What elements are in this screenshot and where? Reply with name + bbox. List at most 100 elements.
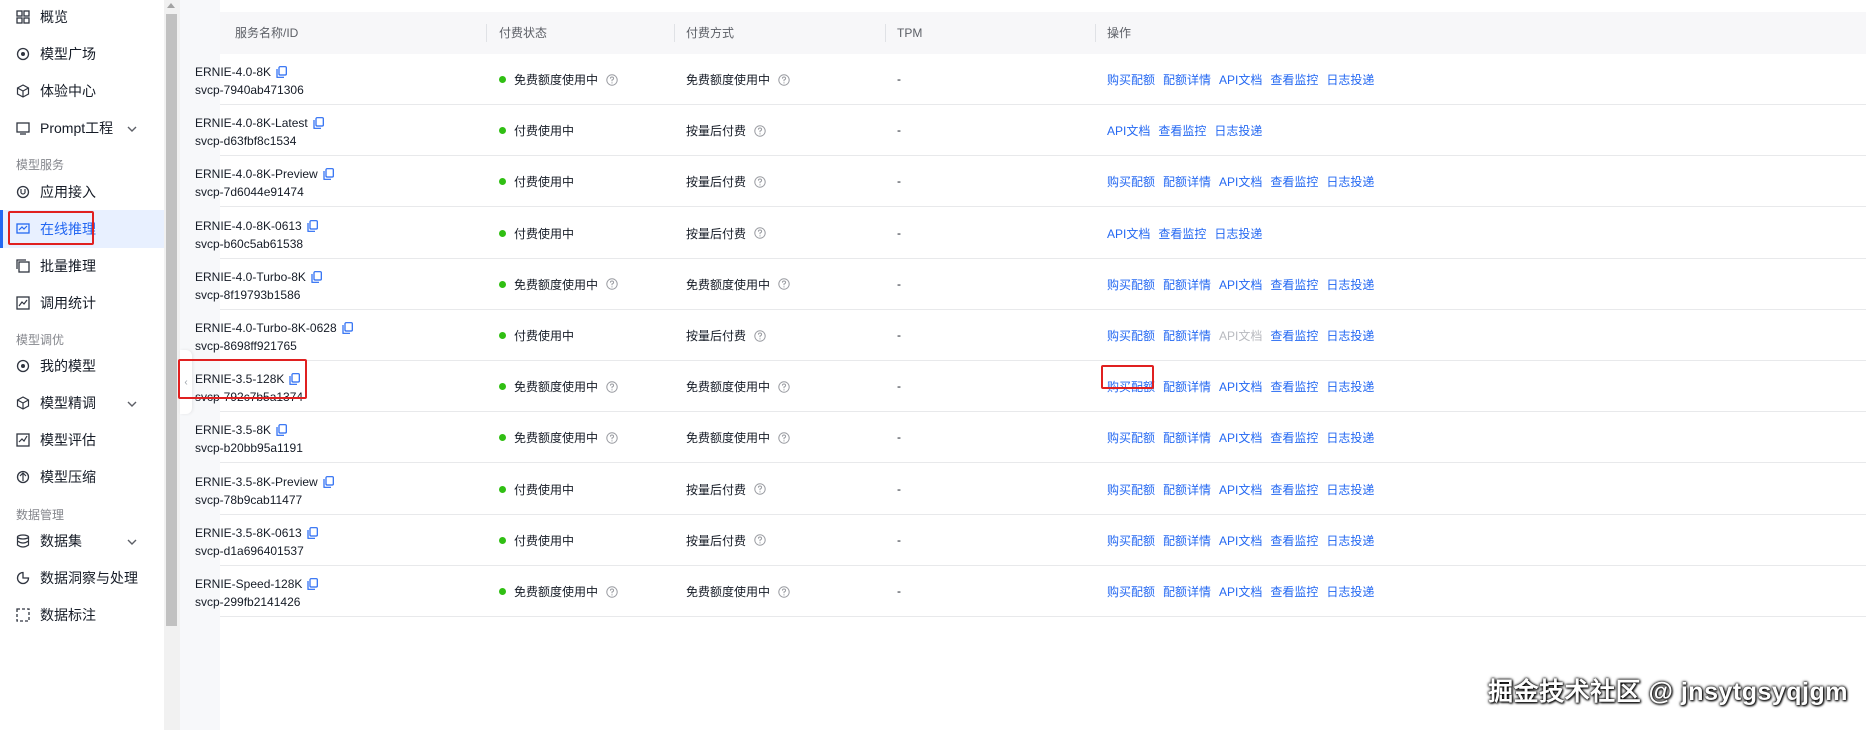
action-link[interactable]: 配额详情 (1163, 327, 1211, 344)
copy-icon[interactable] (313, 117, 324, 130)
action-link[interactable]: 查看监控 (1270, 71, 1318, 88)
copy-icon[interactable] (323, 475, 334, 488)
help-icon[interactable] (778, 585, 790, 598)
sidebar-item-app-access[interactable]: 应用接入 (0, 173, 164, 211)
action-link[interactable]: 购买配额 (1107, 327, 1155, 344)
action-link[interactable]: API文档 (1107, 225, 1150, 242)
action-link[interactable]: 查看监控 (1270, 481, 1318, 498)
copy-icon[interactable] (289, 373, 301, 386)
action-link[interactable]: 配额详情 (1163, 481, 1211, 498)
sidebar-item-label: Prompt工程 (40, 120, 114, 136)
action-link[interactable]: 配额详情 (1163, 429, 1211, 446)
help-icon[interactable] (606, 585, 618, 598)
copy-icon[interactable] (276, 66, 287, 78)
action-link[interactable]: API文档 (1219, 276, 1262, 293)
help-icon[interactable] (754, 176, 766, 188)
copy-icon[interactable] (307, 578, 319, 590)
action-link[interactable]: API文档 (1219, 173, 1262, 190)
sidebar-item-overview[interactable]: 概览 (0, 0, 164, 36)
action-link[interactable]: 日志投递 (1326, 481, 1374, 498)
action-link[interactable]: API文档 (1219, 583, 1262, 600)
sidebar-item-evaluate[interactable]: 模型评估 (0, 421, 164, 459)
help-icon[interactable] (778, 73, 790, 86)
sidebar-item-prompt[interactable]: Prompt工程 (0, 109, 164, 147)
action-link[interactable]: 购买配额 (1107, 173, 1155, 190)
help-icon[interactable] (754, 483, 766, 495)
actions-cell: API文档 查看监控 日志投递 (1107, 208, 1270, 259)
chevron-down-icon (126, 122, 138, 134)
action-link[interactable]: API文档 (1219, 429, 1262, 446)
action-link[interactable]: 查看监控 (1158, 122, 1206, 139)
action-link[interactable]: 日志投递 (1326, 429, 1374, 446)
action-link[interactable]: 查看监控 (1270, 327, 1318, 344)
help-icon[interactable] (778, 380, 790, 393)
help-icon[interactable] (606, 73, 618, 86)
action-link[interactable]: 购买配额 (1107, 71, 1155, 88)
sidebar-item-batch-inference[interactable]: 批量推理 (0, 247, 164, 285)
action-link[interactable]: 查看监控 (1270, 532, 1318, 549)
action-link[interactable]: 购买配额 (1107, 429, 1155, 446)
help-icon[interactable] (754, 329, 766, 342)
sidebar-item-annotate[interactable]: 数据标注 (0, 596, 164, 634)
action-link[interactable]: 日志投递 (1326, 378, 1374, 395)
sidebar-item-compress[interactable]: 模型压缩 (0, 458, 164, 496)
action-link[interactable]: 查看监控 (1270, 583, 1318, 600)
action-link[interactable]: 购买配额 (1107, 583, 1155, 600)
action-link[interactable]: 购买配额 (1107, 378, 1155, 395)
action-link[interactable]: 购买配额 (1107, 532, 1155, 549)
help-icon[interactable] (606, 278, 618, 290)
action-link[interactable]: 配额详情 (1163, 583, 1211, 600)
scroll-up-arrow-icon[interactable] (167, 3, 175, 8)
help-icon[interactable] (754, 534, 766, 546)
copy-icon[interactable] (342, 322, 353, 334)
help-icon[interactable] (606, 432, 618, 444)
help-icon[interactable] (606, 380, 618, 393)
action-link[interactable]: API文档 (1219, 532, 1262, 549)
sidebar-item-experience[interactable]: 体验中心 (0, 72, 164, 110)
sidebar-item-insight[interactable]: 数据洞察与处理 (0, 559, 164, 597)
action-link[interactable]: 日志投递 (1326, 71, 1374, 88)
sidebar-item-my-models[interactable]: 我的模型 (0, 347, 164, 385)
help-icon[interactable] (754, 124, 766, 137)
sidebar-item-usage-stats[interactable]: 调用统计 (0, 284, 164, 322)
help-icon[interactable] (754, 227, 766, 239)
action-link[interactable]: 配额详情 (1163, 276, 1211, 293)
copy-icon[interactable] (307, 526, 318, 539)
action-link[interactable]: API文档 (1107, 122, 1150, 139)
action-link[interactable]: 日志投递 (1326, 532, 1374, 549)
action-link[interactable]: 配额详情 (1163, 71, 1211, 88)
tag-icon (16, 608, 30, 622)
copy-icon[interactable] (323, 168, 334, 181)
copy-icon[interactable] (276, 424, 287, 437)
help-icon[interactable] (778, 432, 790, 444)
action-link[interactable]: 购买配额 (1107, 481, 1155, 498)
sidebar-item-datasets[interactable]: 数据集 (0, 522, 164, 560)
action-link[interactable]: 日志投递 (1326, 173, 1374, 190)
header-tpm: TPM (897, 26, 923, 40)
action-link[interactable]: 配额详情 (1163, 378, 1211, 395)
sidebar-scrollbar-thumb[interactable] (166, 14, 177, 626)
action-link[interactable]: 查看监控 (1270, 276, 1318, 293)
copy-icon[interactable] (311, 270, 322, 283)
action-link[interactable]: 配额详情 (1163, 532, 1211, 549)
action-link[interactable]: API文档 (1219, 378, 1262, 395)
action-link[interactable]: 配额详情 (1163, 173, 1211, 190)
help-icon[interactable] (778, 278, 790, 290)
action-link[interactable]: 日志投递 (1326, 276, 1374, 293)
sidebar-collapse-handle[interactable]: ‹ (180, 350, 192, 414)
action-link[interactable]: 查看监控 (1270, 378, 1318, 395)
action-link[interactable]: 日志投递 (1326, 583, 1374, 600)
action-link[interactable]: 日志投递 (1326, 327, 1374, 344)
action-link[interactable]: 购买配额 (1107, 276, 1155, 293)
action-link[interactable]: 查看监控 (1158, 225, 1206, 242)
action-link[interactable]: 查看监控 (1270, 173, 1318, 190)
action-link[interactable]: 日志投递 (1214, 122, 1262, 139)
sidebar-item-online-inference[interactable]: 在线推理 (0, 210, 164, 248)
action-link[interactable]: 日志投递 (1214, 225, 1262, 242)
copy-icon[interactable] (307, 219, 318, 232)
action-link[interactable]: API文档 (1219, 71, 1262, 88)
action-link[interactable]: API文档 (1219, 481, 1262, 498)
action-link[interactable]: 查看监控 (1270, 429, 1318, 446)
sidebar-item-fine-tune[interactable]: 模型精调 (0, 384, 164, 422)
sidebar-item-model-square[interactable]: 模型广场 (0, 35, 164, 73)
